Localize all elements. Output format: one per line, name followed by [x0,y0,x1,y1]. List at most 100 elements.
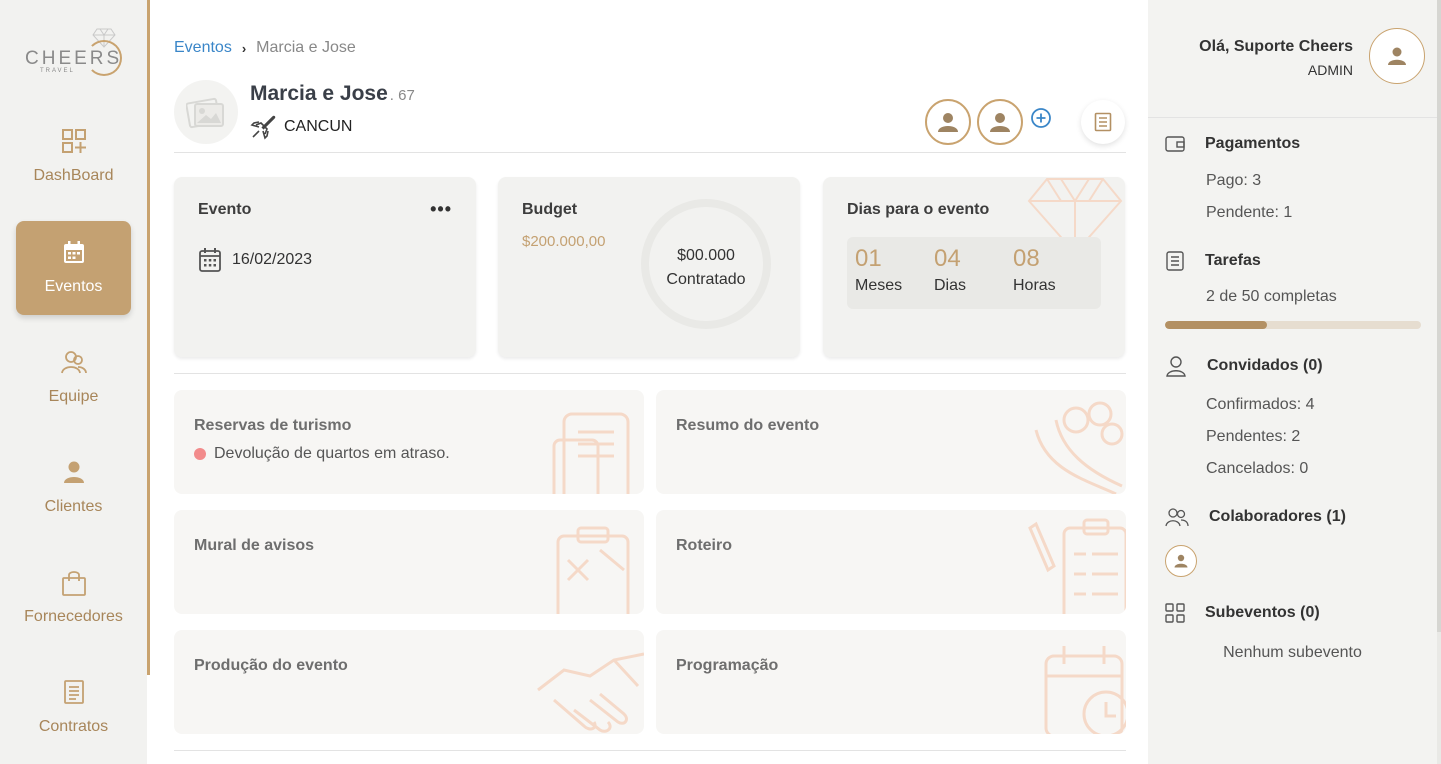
divider [174,373,1126,374]
notes-button[interactable] [1081,100,1125,144]
guests-confirmed: Confirmados: 4 [1206,396,1315,413]
countdown-hours: 08 Horas [1013,245,1056,295]
user-greeting: Olá, Suporte Cheers ADMIN [1199,38,1353,78]
event-name: Marcia e Jose [250,82,388,105]
sidebar-item-contratos[interactable]: Contratos [16,661,131,755]
event-summary-panel[interactable]: Resumo do evento [656,390,1126,494]
sidebar-item-label: Equipe [48,388,99,405]
person-icon [1388,47,1406,65]
event-date: 16/02/2023 [232,251,313,268]
tourism-reservations-panel[interactable]: Reservas de turismo Devolução de quartos… [174,390,644,494]
calendar-icon [63,241,84,263]
cheers-travel-logo[interactable]: CHEERS TRAVEL [24,28,124,80]
calendar-icon [199,248,221,272]
user-role: ADMIN [1307,62,1353,78]
alert-dot-icon [194,448,206,460]
alert-row: Devolução de quartos em atraso. [194,445,450,463]
breadcrumb-current: Marcia e Jose [256,39,356,56]
guests-section[interactable]: Convidados (0) [1165,355,1323,377]
payments-section[interactable]: Pagamentos [1165,135,1300,153]
add-participant-button[interactable] [1030,107,1052,129]
payments-title: Pagamentos [1205,135,1301,152]
guest-icon [1166,356,1186,377]
countdown-months: 01 Meses [855,245,902,295]
sidebar-item-equipe[interactable]: Equipe [16,331,131,425]
scrollbar-thumb[interactable] [1437,0,1441,632]
countdown-box: 01 Meses 04 Dias 08 Horas [847,237,1101,309]
participant-avatar[interactable] [925,99,971,145]
person-icon [938,113,958,132]
budget-card: Budget $200.000,00 $00.000 Contratado [498,177,800,357]
itinerary-panel[interactable]: Roteiro [656,510,1126,614]
collaborator-avatar[interactable] [1165,545,1197,577]
greeting-text: Olá, Suporte Cheers [1199,38,1353,55]
destination-label: CANCUN [284,118,353,135]
collaborators-section[interactable]: Colaboradores (1) [1165,507,1346,527]
event-date-row: 16/02/2023 [198,247,312,273]
subevents-empty: Nenhum subevento [1223,644,1362,661]
divider [1148,117,1437,118]
grid-icon [1165,603,1185,623]
sidebar-item-label: Eventos [44,278,103,295]
team-icon [60,351,87,374]
breadcrumb-root-link[interactable]: Eventos [174,39,232,57]
panel-title: Reservas de turismo [194,417,352,434]
dashboard-icon [61,129,86,153]
contracted-amount: $00.000 [677,247,735,264]
sidebar-item-eventos[interactable]: Eventos [16,221,131,315]
calendar-clock-icon [1044,646,1126,734]
days-value: 04 [934,245,961,272]
tasks-section[interactable]: Tarefas [1165,251,1261,271]
tasks-progress-bar [1165,321,1421,329]
panel-title: Resumo do evento [676,417,820,434]
handshake-icon [537,652,644,733]
more-options-button[interactable]: ••• [430,199,452,220]
schedule-panel[interactable]: Programação [656,630,1126,734]
event-title: Marcia e Jose. 67 [250,82,415,106]
card-title: Dias para o evento [847,201,990,218]
image-icon [186,97,224,129]
sidebar-item-label: Clientes [44,498,103,515]
clipboard-icon [556,526,630,614]
tasks-icon [1166,251,1184,271]
person-icon [990,113,1010,132]
participant-avatar[interactable] [977,99,1023,145]
flower-bouquet-icon [1034,401,1124,494]
subevents-section[interactable]: Subeventos (0) [1165,603,1320,623]
guests-cancelled: Cancelados: 0 [1206,460,1309,477]
countdown-days: 04 Dias [934,245,966,295]
hours-value: 08 [1013,245,1040,272]
logo-word: CHEERS [25,48,123,69]
alert-text: Devolução de quartos em atraso. [214,445,450,462]
event-image-placeholder[interactable] [174,80,238,144]
collaborators-icon [1165,508,1189,527]
sidebar: CHEERS TRAVEL DashBoard Eventos Equipe C… [0,0,147,764]
user-avatar[interactable] [1369,28,1425,84]
wallet-icon [1165,136,1185,152]
sidebar-item-dashboard[interactable]: DashBoard [16,110,131,204]
days-label: Dias [934,277,967,294]
sidebar-item-fornecedores[interactable]: Fornecedores [16,551,131,645]
budget-value: $200.000,00 [522,233,606,250]
person-icon [63,461,84,483]
checklist-icon [1028,518,1126,614]
event-production-panel[interactable]: Produção do evento [174,630,644,734]
main-content: Eventos › Marcia e Jose Marcia e Jose. 6… [150,0,1148,764]
airplane-icon [250,115,276,140]
notice-board-panel[interactable]: Mural de avisos [174,510,644,614]
sidebar-item-label: Fornecedores [24,608,123,625]
months-label: Meses [855,277,903,294]
tasks-progress-fill [1165,321,1268,329]
panel-title: Produção do evento [194,657,348,674]
sidebar-item-clientes[interactable]: Clientes [16,441,131,535]
contracted-label: Contratado [666,271,746,288]
tasks-title: Tarefas [1205,252,1261,269]
divider [174,750,1126,751]
event-date-card: Evento ••• 16/02/2023 [174,177,476,357]
guests-pending: Pendentes: 2 [1206,428,1301,445]
summary-sidebar: Olá, Suporte Cheers ADMIN Pagamentos Pag… [1148,0,1441,764]
panel-title: Mural de avisos [194,537,315,554]
card-title: Evento [198,201,252,218]
bag-icon [61,571,86,596]
card-title: Budget [522,201,578,218]
